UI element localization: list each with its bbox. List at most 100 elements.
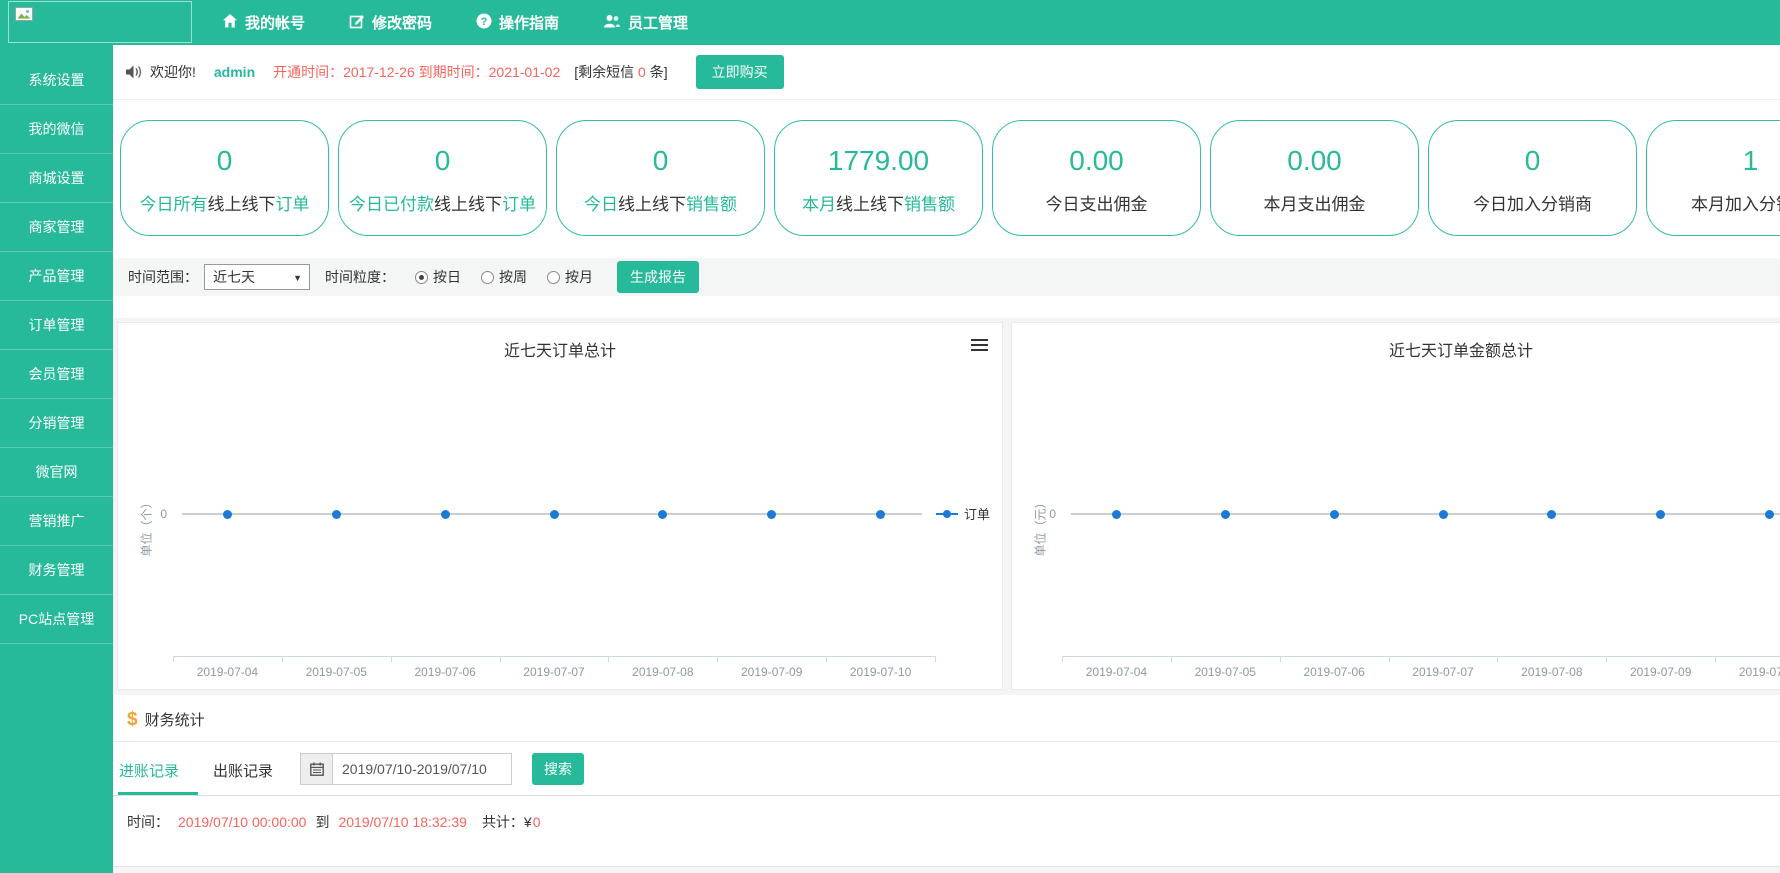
report-filter-bar: 时间范围： 近七天 ▼ 时间粒度： 按日按周按月 生成报告 — [113, 258, 1780, 296]
order-amount-chart: 近七天订单金额总计单位（元）02019-07-042019-07-052019-… — [1011, 322, 1780, 690]
sidebar-item-8[interactable]: 分销管理 — [0, 399, 113, 448]
data-point — [223, 510, 232, 519]
data-point — [767, 510, 776, 519]
edit-icon — [349, 13, 365, 33]
tab-income-records[interactable]: 进账记录 — [119, 760, 179, 781]
sidebar-item-11[interactable]: 财务管理 — [0, 546, 113, 595]
charts-section: 近七天订单总计单位（个）02019-07-042019-07-052019-07… — [113, 318, 1780, 695]
x-axis-tick — [500, 656, 501, 662]
welcome-greeting: 欢迎你! — [150, 62, 196, 82]
sms-count: 0 — [638, 64, 646, 80]
sidebar-item-4[interactable]: 商家管理 — [0, 203, 113, 252]
sidebar-item-6[interactable]: 订单管理 — [0, 301, 113, 350]
sidebar-item-5[interactable]: 产品管理 — [0, 252, 113, 301]
generate-report-button[interactable]: 生成报告 — [617, 261, 699, 293]
radio-option-3[interactable]: 按月 — [547, 267, 593, 287]
sidebar-item-12[interactable]: PC站点管理 — [0, 595, 113, 644]
nav-item-change-password[interactable]: 修改密码 — [349, 12, 432, 33]
time-range-select[interactable]: 近七天 ▼ — [204, 264, 310, 290]
sidebar-item-9[interactable]: 微官网 — [0, 448, 113, 497]
radio-label: 按月 — [565, 267, 593, 287]
nav-menu: 我的帐号 修改密码? 操作指南 员工管理 — [222, 0, 688, 45]
stat-label: 本月加入分销商 — [1647, 190, 1780, 215]
legend-label: 订单 — [964, 504, 990, 523]
data-point — [332, 510, 341, 519]
data-point — [1656, 510, 1665, 519]
nav-item-label: 操作指南 — [499, 12, 559, 33]
x-axis-line — [173, 656, 936, 657]
sidebar: 系统设置我的微信商城设置商家管理产品管理订单管理会员管理分销管理微官网营销推广财… — [0, 45, 113, 873]
x-axis-label: 2019-07-05 — [291, 665, 381, 679]
finance-tabs-row: 进账记录 出账记录 搜索 — [113, 742, 1780, 796]
menu-bar — [971, 344, 988, 346]
stat-card: 0.00今日支出佣金 — [992, 120, 1201, 236]
sidebar-item-3[interactable]: 商城设置 — [0, 154, 113, 203]
sidebar-item-1[interactable]: 系统设置 — [0, 56, 113, 105]
account-period: 开通时间：2017-12-26 到期时间：2021-01-02 — [273, 62, 560, 82]
sidebar-item-10[interactable]: 营销推广 — [0, 497, 113, 546]
stat-value: 0.00 — [1211, 145, 1418, 177]
select-arrow-icon: ▼ — [293, 266, 302, 290]
nav-item-my-account[interactable]: 我的帐号 — [222, 12, 305, 33]
chart-menu-icon[interactable] — [971, 339, 988, 354]
question-icon: ? — [476, 13, 492, 33]
stat-label-part: 本月加入分销商 — [1691, 195, 1780, 214]
buy-now-button[interactable]: 立即购买 — [696, 55, 784, 89]
stat-value: 1779.00 — [775, 145, 982, 177]
x-axis-label: 2019-07-04 — [182, 665, 272, 679]
granularity-label: 时间粒度： — [325, 267, 395, 287]
stat-card: 0 今日线上线下销售额 — [556, 120, 765, 236]
x-axis-tick — [173, 656, 174, 662]
sidebar-item-7[interactable]: 会员管理 — [0, 350, 113, 399]
nav-item-label: 我的帐号 — [245, 12, 305, 33]
stat-label: 今日所有线上线下订单 — [121, 190, 328, 215]
calendar-icon — [310, 762, 324, 776]
x-axis-tick — [1062, 656, 1063, 662]
tab-outgoing-records[interactable]: 出账记录 — [213, 760, 273, 781]
calendar-addon[interactable] — [300, 753, 332, 785]
stat-label-part: 线上线下 — [618, 195, 686, 214]
x-axis-label: 2019-07-10 — [1725, 665, 1780, 679]
stat-label: 今日已付款线上线下订单 — [339, 190, 546, 215]
stat-label-part: 今日所有 — [140, 195, 208, 214]
x-axis-label: 2019-07-06 — [400, 665, 490, 679]
stat-card: 1779.00本月线上线下销售额 — [774, 120, 983, 236]
stat-value: 1 — [1647, 145, 1780, 177]
x-axis-tick — [935, 656, 936, 662]
stat-label-part: 本月支出佣金 — [1264, 195, 1366, 214]
search-button[interactable]: 搜索 — [532, 753, 584, 785]
stat-value: 0 — [1429, 145, 1636, 177]
x-axis-label: 2019-07-08 — [618, 665, 708, 679]
x-axis-tick — [1715, 656, 1716, 662]
data-point — [658, 510, 667, 519]
x-axis-tick — [1497, 656, 1498, 662]
radio-checked-icon — [415, 271, 428, 284]
date-range-input[interactable] — [332, 753, 512, 785]
nav-item-label: 员工管理 — [628, 12, 688, 33]
time-label: 时间： — [127, 812, 169, 832]
stat-card: 0 今日加入分销商 — [1428, 120, 1637, 236]
y-axis-tick-label: 0 — [1036, 507, 1056, 521]
sidebar-item-2[interactable]: 我的微信 — [0, 105, 113, 154]
stat-label-part: 今日 — [584, 195, 618, 214]
data-point — [550, 510, 559, 519]
stat-card: 0今日所有线上线下订单 — [120, 120, 329, 236]
series-line — [1071, 513, 1780, 515]
logo[interactable] — [8, 1, 192, 43]
nav-item-staff-management[interactable]: 员工管理 — [603, 12, 688, 33]
stat-value: 0 — [557, 145, 764, 177]
x-axis-tick — [391, 656, 392, 662]
stat-label-part: 销售额 — [686, 195, 737, 214]
date-range-group — [300, 753, 512, 785]
nav-item-operation-guide[interactable]: ? 操作指南 — [476, 12, 559, 33]
data-point — [1547, 510, 1556, 519]
radio-option-1[interactable]: 按日 — [415, 267, 461, 287]
stat-label: 今日线上线下销售额 — [557, 190, 764, 215]
stat-label: 今日加入分销商 — [1429, 190, 1636, 215]
time-from: 2019/07/10 00:00:00 — [178, 814, 306, 830]
radio-option-2[interactable]: 按周 — [481, 267, 527, 287]
stat-label-part: 线上线下 — [208, 195, 276, 214]
total-value: 0 — [533, 814, 541, 830]
chart-legend[interactable]: 订单 — [936, 504, 990, 523]
x-axis-label: 2019-07-06 — [1289, 665, 1379, 679]
